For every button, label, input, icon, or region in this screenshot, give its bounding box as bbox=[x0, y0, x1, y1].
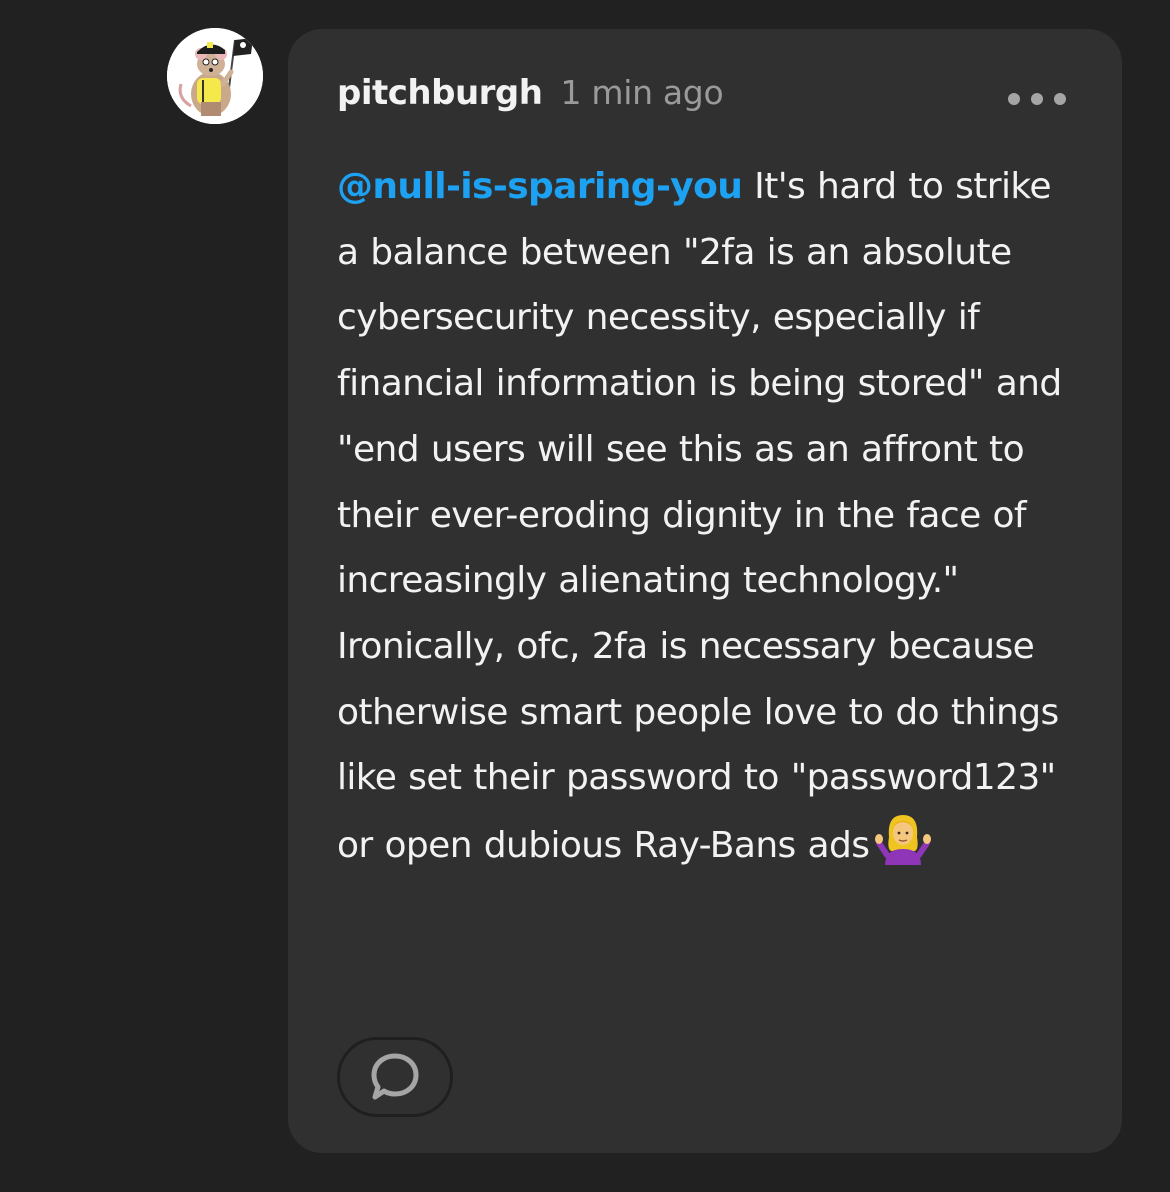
username[interactable]: pitchburgh bbox=[337, 73, 543, 113]
more-options-button[interactable] bbox=[1002, 83, 1072, 115]
avatar[interactable] bbox=[167, 28, 263, 124]
more-options-icon bbox=[1008, 93, 1020, 105]
reply-thread: pitchburgh 1 min ago @null-is-sparing-yo… bbox=[0, 0, 1170, 1192]
speech-bubble-icon bbox=[371, 1053, 419, 1100]
comment-body: @null-is-sparing-you It's hard to strike… bbox=[337, 154, 1077, 887]
user-mention-link[interactable]: @null-is-sparing-you bbox=[337, 166, 743, 207]
comment-header: pitchburgh 1 min ago bbox=[337, 73, 724, 129]
comment-card: pitchburgh 1 min ago @null-is-sparing-yo… bbox=[288, 29, 1122, 1153]
more-options-icon bbox=[1054, 93, 1066, 105]
more-options-icon bbox=[1031, 93, 1043, 105]
comment-text: It's hard to strike a balance between "2… bbox=[337, 166, 1062, 867]
rat-pirate-avatar-icon bbox=[167, 28, 263, 124]
reply-button[interactable] bbox=[337, 1037, 453, 1117]
person-shrugging-emoji-icon bbox=[875, 811, 932, 887]
timestamp: 1 min ago bbox=[560, 73, 724, 112]
